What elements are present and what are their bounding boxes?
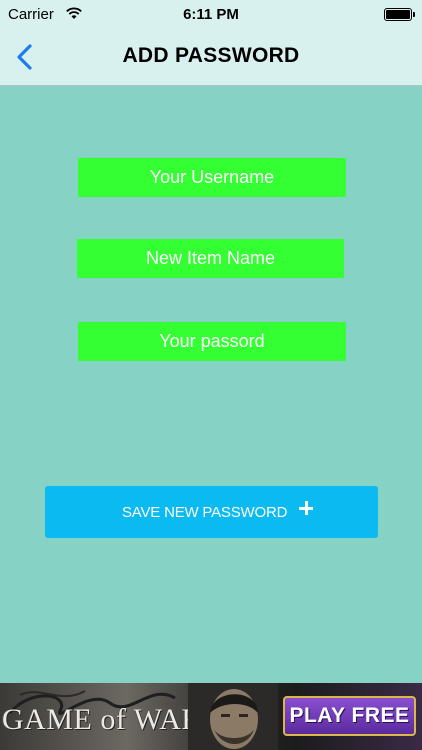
plus-icon (299, 501, 313, 515)
navigation-bar: ADD PASSWORD (0, 30, 422, 86)
ad-banner[interactable]: GAME of WAR PLAY FREE (0, 683, 422, 750)
item-name-input[interactable] (77, 239, 344, 278)
clock: 6:11 PM (183, 6, 239, 23)
battery-icon (384, 8, 415, 21)
save-password-button[interactable]: SAVE NEW PASSWORD (45, 486, 378, 538)
save-button-label: SAVE NEW PASSWORD (122, 504, 288, 521)
username-input[interactable] (78, 158, 346, 197)
ad-game-logo: GAME of WAR (2, 703, 202, 736)
status-bar: Carrier 6:11 PM (0, 0, 422, 30)
ad-character-image (188, 683, 278, 750)
play-free-button[interactable]: PLAY FREE (283, 696, 416, 736)
password-input[interactable] (78, 322, 346, 361)
page-title: ADD PASSWORD (122, 44, 300, 67)
